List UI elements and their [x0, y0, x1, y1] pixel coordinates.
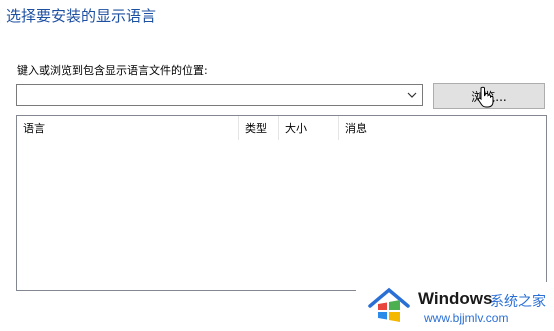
path-input[interactable]: [17, 85, 405, 105]
chevron-down-icon[interactable]: [402, 85, 422, 105]
watermark-url: www.bjjmlv.com: [424, 311, 509, 325]
watermark-site-name: 系统之家: [490, 294, 546, 310]
column-header-size[interactable]: 大小: [279, 116, 339, 140]
watermark-brand: Windows: [418, 289, 493, 308]
site-watermark: Windows 系统之家 www.bjjmlv.com: [356, 282, 554, 331]
location-prompt-label: 键入或浏览到包含显示语言文件的位置:: [17, 64, 208, 77]
windows-logo-icon: [368, 287, 410, 322]
column-header-message[interactable]: 消息: [339, 116, 546, 140]
path-combobox[interactable]: [16, 84, 423, 106]
column-header-language[interactable]: 语言: [17, 116, 239, 140]
dialog-title: 选择要安装的显示语言: [6, 7, 157, 25]
language-list[interactable]: 语言 类型 大小 消息: [16, 115, 547, 291]
list-header: 语言 类型 大小 消息: [17, 116, 546, 140]
mouse-cursor-icon: [477, 86, 494, 108]
column-header-type[interactable]: 类型: [239, 116, 279, 140]
